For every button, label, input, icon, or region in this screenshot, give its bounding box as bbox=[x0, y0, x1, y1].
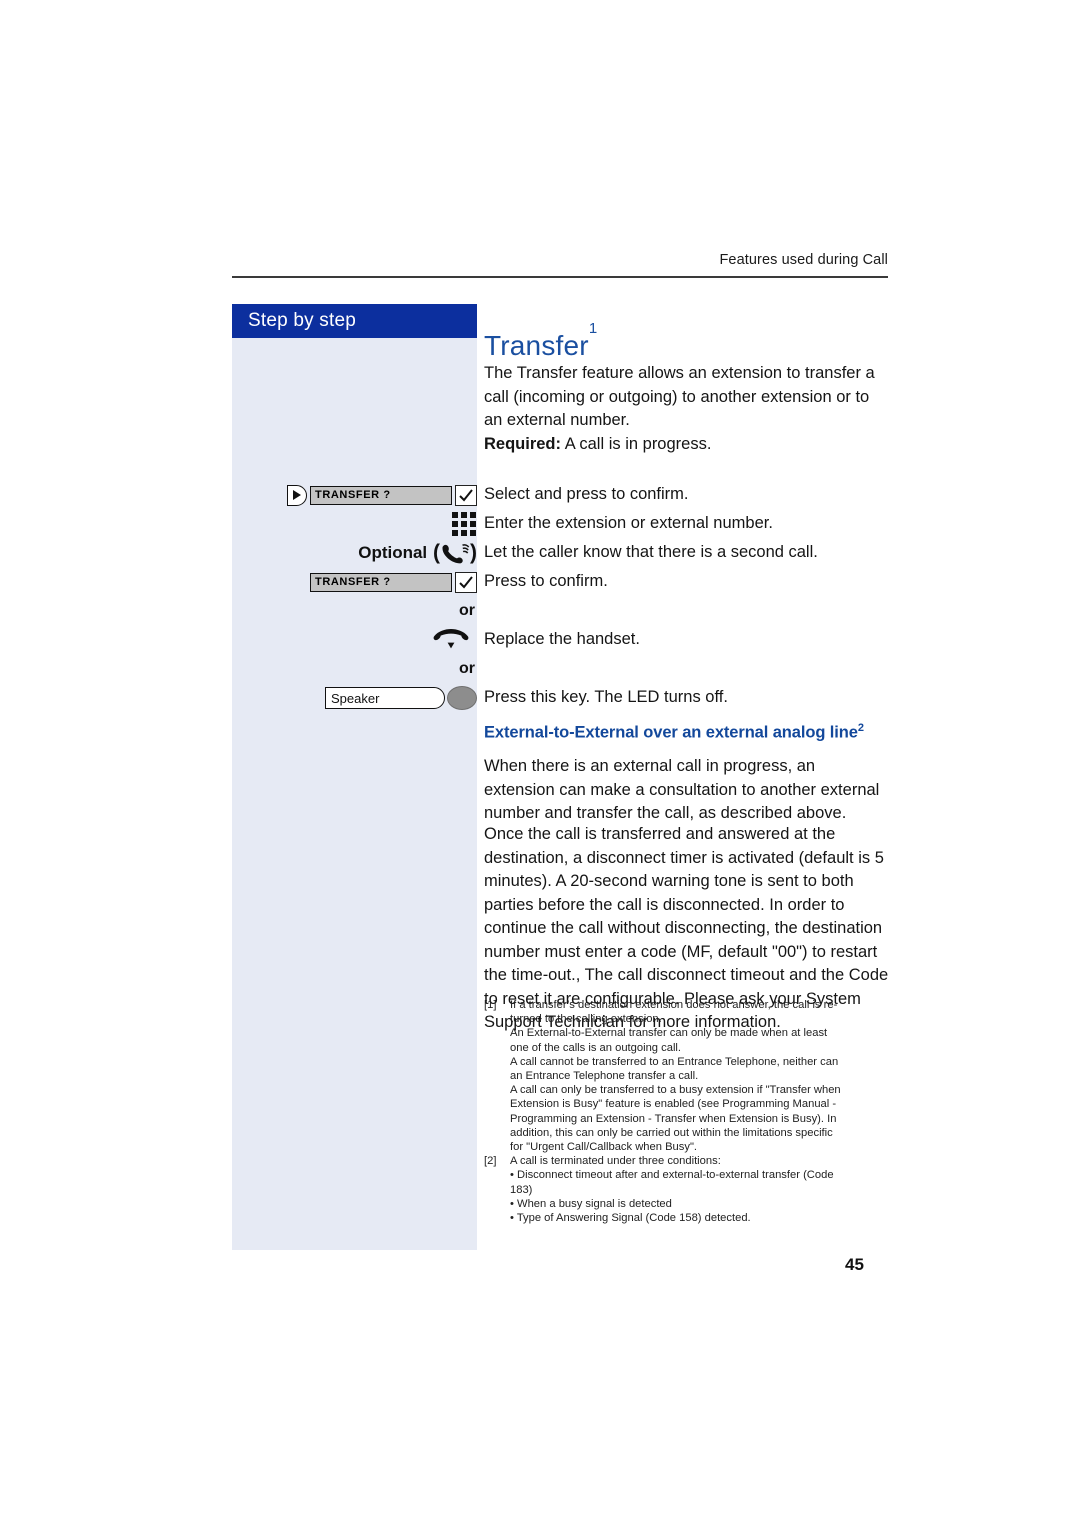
footnote-item: [2] A call is terminated under three con… bbox=[484, 1154, 890, 1225]
step-by-step-sidebar bbox=[232, 304, 477, 1250]
page-title-text: Transfer bbox=[484, 330, 589, 361]
footnote-marker: [2] bbox=[484, 1155, 497, 1168]
step-row bbox=[232, 627, 477, 653]
step-row: TRANSFER ? bbox=[232, 482, 477, 508]
optional-label: Optional bbox=[358, 543, 428, 562]
footnote-line: Programming an Extension - Transfer when… bbox=[510, 1112, 837, 1125]
footnote-line: If a transfer’s destination extension do… bbox=[510, 999, 838, 1011]
sidebar-title: Step by step bbox=[248, 310, 357, 331]
or-separator-label: or bbox=[459, 602, 475, 619]
display-bar-group[interactable]: TRANSFER ? bbox=[310, 571, 477, 593]
step-row: TRANSFER ? bbox=[232, 569, 477, 595]
footnote-line: A call can only be transferred to a busy… bbox=[510, 1084, 841, 1097]
display-bar-text: TRANSFER ? bbox=[310, 485, 452, 505]
footnote-line: A call cannot be transferred to an Entra… bbox=[510, 1055, 839, 1068]
display-bar-select-group[interactable]: TRANSFER ? bbox=[287, 484, 477, 506]
optional-handset-group: Optional ( ) bbox=[358, 541, 477, 565]
confirm-checkbox-icon[interactable] bbox=[455, 484, 477, 506]
paragraph-external-to-external: When there is an external call in progre… bbox=[484, 757, 880, 822]
footnote-line: • When a busy signal is detected bbox=[510, 1197, 672, 1210]
footnote-line: A call is terminated under three conditi… bbox=[510, 1155, 721, 1168]
footnote-line: one of the calls is an outgoing call. bbox=[510, 1041, 682, 1054]
step-description: Select and press to confirm. bbox=[484, 485, 689, 503]
required-label: Required: bbox=[484, 434, 562, 453]
hangup-handset-icon bbox=[431, 628, 477, 652]
page-number: 45 bbox=[845, 1255, 864, 1274]
page-title-footnote-marker: 1 bbox=[588, 320, 598, 338]
section-subheading: External-to-External over an external an… bbox=[484, 722, 864, 743]
footnote-body: If a transfer’s destination extension do… bbox=[510, 998, 890, 1154]
section-subheading-text: External-to-External over an external an… bbox=[484, 723, 858, 742]
paren-open: ( bbox=[427, 541, 440, 564]
section-subheading-footnote-marker: 2 bbox=[857, 722, 864, 734]
speaker-key-button[interactable] bbox=[447, 686, 477, 710]
required-text: A call is in progress. bbox=[561, 434, 712, 453]
header-rule bbox=[232, 276, 888, 278]
speaker-key-label: Speaker bbox=[325, 687, 445, 709]
footnote-body: A call is terminated under three conditi… bbox=[510, 1154, 890, 1225]
step-row: or bbox=[232, 598, 477, 624]
step-row bbox=[232, 511, 477, 537]
step-description: Let the caller know that there is a seco… bbox=[484, 543, 818, 561]
footnote-line: turned to the calling extension. bbox=[510, 1013, 662, 1026]
or-separator-label: or bbox=[459, 660, 475, 677]
step-row: or bbox=[232, 656, 477, 682]
footnote-line: An External-to-External transfer can onl… bbox=[510, 1027, 828, 1040]
footnote-item: [1] If a transfer’s destination extensio… bbox=[484, 998, 890, 1154]
keypad-icon[interactable] bbox=[452, 512, 476, 536]
footnote-line: addition, this can only be carried out w… bbox=[510, 1126, 833, 1139]
footnote-line: 183) bbox=[510, 1183, 533, 1196]
footnote-line: an Entrance Telephone transfer a call. bbox=[510, 1070, 699, 1083]
footnote-line: • Disconnect timeout after and external-… bbox=[510, 1169, 834, 1182]
confirm-checkbox-icon[interactable] bbox=[455, 571, 477, 593]
select-arrow-icon bbox=[287, 484, 307, 506]
sidebar-header: Step by step bbox=[232, 304, 477, 338]
main-content: Transfer1 The Transfer feature allows an… bbox=[484, 320, 888, 457]
running-header: Features used during Call bbox=[719, 252, 888, 268]
footnote-line: for "Urgent Call/Callback when Busy". bbox=[510, 1141, 698, 1154]
step-description: Press to confirm. bbox=[484, 572, 608, 590]
footnote-line: Extension is Busy" feature is enabled (s… bbox=[510, 1098, 837, 1111]
footnote-line: • Type of Answering Signal (Code 158) de… bbox=[510, 1212, 751, 1225]
speaker-key-group[interactable]: Speaker bbox=[325, 686, 477, 710]
document-page: Features used during Call Step by step T… bbox=[0, 0, 1080, 1528]
page-title: Transfer1 bbox=[484, 320, 888, 362]
footnotes-block: [1] If a transfer’s destination extensio… bbox=[484, 998, 890, 1225]
display-bar-text: TRANSFER ? bbox=[310, 572, 452, 592]
footnote-marker: [1] bbox=[484, 999, 497, 1011]
step-row: Optional ( ) bbox=[232, 540, 477, 566]
required-paragraph: Required: A call is in progress. bbox=[484, 433, 888, 457]
step-row: Speaker bbox=[232, 685, 477, 711]
intro-paragraph: The Transfer feature allows an extension… bbox=[484, 364, 875, 429]
paren-close: ) bbox=[470, 541, 477, 564]
step-description: Replace the handset. bbox=[484, 630, 640, 648]
step-description: Enter the extension or external number. bbox=[484, 514, 773, 532]
step-description: Press this key. The LED turns off. bbox=[484, 688, 728, 706]
handset-ring-icon bbox=[440, 542, 470, 564]
